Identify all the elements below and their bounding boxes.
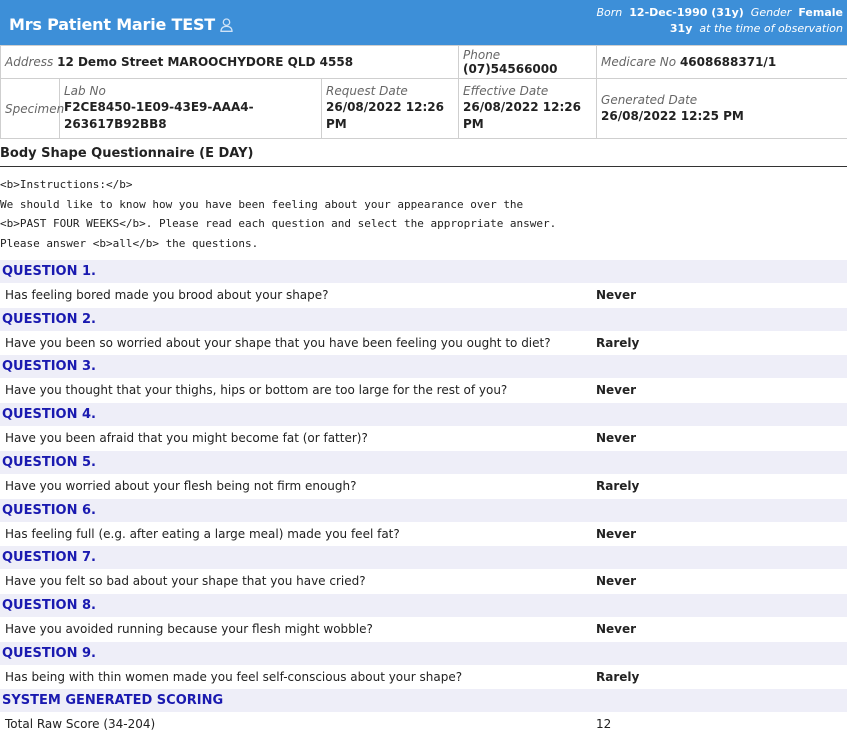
question-label: QUESTION 3. bbox=[0, 355, 847, 378]
born-value: 12-Dec-1990 (31y) bbox=[629, 6, 744, 19]
title-divider bbox=[0, 166, 847, 167]
question-row: Have you been so worried about your shap… bbox=[0, 331, 847, 355]
address-row: Address 12 Demo Street MAROOCHYDORE QLD … bbox=[1, 46, 847, 79]
medicare-value: 4608688371/1 bbox=[680, 55, 776, 69]
question-label: QUESTION 9. bbox=[0, 642, 847, 665]
question-answer: Rarely bbox=[596, 665, 639, 689]
question-answer: Never bbox=[596, 426, 636, 450]
question-label: QUESTION 4. bbox=[0, 403, 847, 426]
generated-date-value: 26/08/2022 12:25 PM bbox=[601, 108, 843, 125]
effective-date-value: 26/08/2022 12:26 PM bbox=[463, 99, 592, 133]
question-answer: Rarely bbox=[596, 474, 639, 498]
question-row: Has being with thin women made you feel … bbox=[0, 665, 847, 689]
phone-cell: Phone (07)54566000 bbox=[459, 46, 597, 79]
scoring-value: 12 bbox=[596, 712, 611, 736]
question-text: Has being with thin women made you feel … bbox=[5, 665, 462, 689]
address-label: Address bbox=[5, 55, 53, 69]
question-text: Have you worried about your flesh being … bbox=[5, 474, 357, 498]
address-cell: Address 12 Demo Street MAROOCHYDORE QLD … bbox=[1, 46, 459, 79]
question-row: Have you been afraid that you might beco… bbox=[0, 426, 847, 450]
address-value: 12 Demo Street MAROOCHYDORE QLD 4558 bbox=[57, 55, 353, 69]
patient-header: Mrs Patient Marie TEST Born 12-Dec-1990 … bbox=[0, 0, 847, 45]
generated-date-cell: Generated Date 26/08/2022 12:25 PM bbox=[597, 79, 847, 139]
effective-date-cell: Effective Date 26/08/2022 12:26 PM bbox=[459, 79, 597, 139]
question-row: Have you avoided running because your fl… bbox=[0, 617, 847, 641]
question-label: QUESTION 2. bbox=[0, 308, 847, 331]
question-label: QUESTION 1. bbox=[0, 260, 847, 283]
question-block-1: QUESTION 1. Has feeling bored made you b… bbox=[0, 260, 847, 307]
question-block-2: QUESTION 2. Have you been so worried abo… bbox=[0, 308, 847, 355]
gender-label: Gender bbox=[751, 6, 792, 19]
question-answer: Never bbox=[596, 617, 636, 641]
request-date-value: 26/08/2022 12:26 PM bbox=[326, 99, 454, 133]
request-date-cell: Request Date 26/08/2022 12:26 PM bbox=[322, 79, 459, 139]
age-value: 31y bbox=[670, 22, 692, 35]
medicare-label: Medicare No bbox=[601, 55, 676, 69]
question-row: Has feeling bored made you brood about y… bbox=[0, 283, 847, 307]
question-text: Have you felt so bad about your shape th… bbox=[5, 569, 366, 593]
specimen-cell: Specimen bbox=[1, 79, 60, 139]
specimen-row: Specimen Lab No F2CE8450-1E09-43E9-AAA4-… bbox=[1, 79, 847, 139]
question-row: Has feeling full (e.g. after eating a la… bbox=[0, 522, 847, 546]
gender-value: Female bbox=[798, 6, 843, 19]
request-date-label: Request Date bbox=[326, 84, 454, 99]
labno-label: Lab No bbox=[64, 84, 317, 99]
generated-date-label: Generated Date bbox=[601, 93, 843, 108]
medicare-cell: Medicare No 4608688371/1 bbox=[597, 46, 847, 79]
questionnaire-title: Body Shape Questionnaire (E DAY) bbox=[0, 146, 253, 161]
question-label: QUESTION 8. bbox=[0, 594, 847, 617]
age-note: at the time of observation bbox=[699, 22, 843, 35]
patient-info-table: Address 12 Demo Street MAROOCHYDORE QLD … bbox=[0, 45, 847, 139]
question-text: Have you avoided running because your fl… bbox=[5, 617, 373, 641]
question-text: Have you thought that your thighs, hips … bbox=[5, 378, 507, 402]
question-row: Have you worried about your flesh being … bbox=[0, 474, 847, 498]
question-answer: Never bbox=[596, 283, 636, 307]
question-block-7: QUESTION 7. Have you felt so bad about y… bbox=[0, 546, 847, 593]
question-block-6: QUESTION 6. Has feeling full (e.g. after… bbox=[0, 499, 847, 546]
question-text: Has feeling full (e.g. after eating a la… bbox=[5, 522, 400, 546]
born-label: Born bbox=[596, 6, 622, 19]
phone-label: Phone bbox=[463, 48, 500, 62]
patient-demographics: Born 12-Dec-1990 (31y) Gender Female 31y… bbox=[596, 5, 843, 37]
instructions-text: <b>Instructions:</b> We should like to k… bbox=[0, 175, 556, 253]
user-icon bbox=[220, 18, 233, 32]
labno-cell: Lab No F2CE8450-1E09-43E9-AAA4-263617B92… bbox=[60, 79, 322, 139]
phone-value: (07)54566000 bbox=[463, 62, 557, 76]
effective-date-label: Effective Date bbox=[463, 84, 592, 99]
patient-name-container: Mrs Patient Marie TEST bbox=[9, 15, 233, 34]
question-block-9: QUESTION 9. Has being with thin women ma… bbox=[0, 642, 847, 689]
question-block-4: QUESTION 4. Have you been afraid that yo… bbox=[0, 403, 847, 450]
question-block-8: QUESTION 8. Have you avoided running bec… bbox=[0, 594, 847, 641]
patient-name: Mrs Patient Marie TEST bbox=[9, 15, 215, 34]
question-answer: Rarely bbox=[596, 331, 639, 355]
question-text: Have you been afraid that you might beco… bbox=[5, 426, 368, 450]
question-row: Have you felt so bad about your shape th… bbox=[0, 569, 847, 593]
question-answer: Never bbox=[596, 569, 636, 593]
question-block-3: QUESTION 3. Have you thought that your t… bbox=[0, 355, 847, 402]
labno-value: F2CE8450-1E09-43E9-AAA4-263617B92BB8 bbox=[64, 99, 317, 133]
question-label: QUESTION 5. bbox=[0, 451, 847, 474]
question-answer: Never bbox=[596, 378, 636, 402]
question-answer: Never bbox=[596, 522, 636, 546]
scoring-label: SYSTEM GENERATED SCORING bbox=[0, 689, 847, 712]
question-label: QUESTION 6. bbox=[0, 499, 847, 522]
scoring-row: Total Raw Score (34-204) 12 bbox=[0, 712, 847, 736]
question-row: Have you thought that your thighs, hips … bbox=[0, 378, 847, 402]
question-text: Has feeling bored made you brood about y… bbox=[5, 283, 329, 307]
scoring-text: Total Raw Score (34-204) bbox=[5, 712, 155, 736]
scoring-block: SYSTEM GENERATED SCORING Total Raw Score… bbox=[0, 689, 847, 736]
question-label: QUESTION 7. bbox=[0, 546, 847, 569]
question-block-5: QUESTION 5. Have you worried about your … bbox=[0, 451, 847, 498]
question-text: Have you been so worried about your shap… bbox=[5, 331, 551, 355]
specimen-label: Specimen bbox=[5, 102, 64, 116]
